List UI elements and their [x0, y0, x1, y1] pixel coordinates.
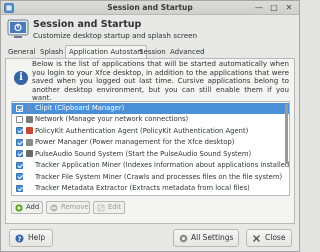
- autostart-list[interactable]: Clipit (Clipboard Manager) Network (Mana…: [11, 101, 290, 196]
- clipit-icon: [26, 104, 33, 112]
- list-item[interactable]: PolicyKit Authentication Agent (PolicyKi…: [12, 126, 289, 137]
- help-label: Help: [28, 233, 46, 242]
- list-item[interactable]: Power Manager (Power management for the …: [12, 137, 289, 148]
- item-label: Clipit (Clipboard Manager): [35, 104, 125, 112]
- list-item[interactable]: Tracker File System Miner (Crawls and pr…: [12, 172, 289, 183]
- tab-splash[interactable]: Splash: [37, 46, 66, 58]
- item-checkbox[interactable]: [16, 104, 23, 112]
- item-checkbox[interactable]: [16, 138, 23, 146]
- tab-advanced[interactable]: Advanced: [167, 46, 208, 58]
- tab-application-autostart[interactable]: Application Autostart: [65, 45, 147, 59]
- item-checkbox[interactable]: [16, 161, 23, 169]
- item-label: Tracker Application Miner (Indexes infor…: [35, 161, 289, 169]
- item-checkbox[interactable]: [16, 184, 23, 192]
- minimize-icon[interactable]: —: [254, 3, 264, 13]
- dialog-footer: ? Help All Settings Close: [1, 229, 299, 251]
- add-button[interactable]: Add: [11, 201, 43, 214]
- network-icon: [26, 115, 33, 123]
- list-item[interactable]: Clipit (Clipboard Manager): [12, 103, 289, 114]
- dialog-title: Session and Startup: [33, 19, 142, 30]
- item-checkbox[interactable]: [16, 150, 23, 157]
- list-actions: Add Remove Edit: [11, 201, 290, 214]
- help-icon: ?: [15, 234, 24, 243]
- item-label: Network (Manage your network connections…: [35, 115, 189, 123]
- session-startup-icon: [7, 19, 29, 38]
- item-checkbox[interactable]: [16, 173, 23, 180]
- list-item[interactable]: Tracker Application Miner (Indexes infor…: [12, 160, 289, 171]
- session-startup-window: Session and Startup — □ ✕ Session and St…: [0, 0, 300, 252]
- edit-icon: [97, 204, 105, 212]
- item-label: Tracker File System Miner (Crawls and pr…: [35, 172, 283, 181]
- info-icon: i: [14, 71, 28, 85]
- list-item[interactable]: PulseAudio Sound System (Start the Pulse…: [12, 149, 289, 160]
- item-checkbox[interactable]: [16, 127, 23, 134]
- maximize-icon[interactable]: □: [269, 3, 279, 13]
- add-icon: [15, 204, 23, 212]
- close-icon: [253, 235, 260, 242]
- close-label: Close: [265, 233, 286, 242]
- close-window-icon[interactable]: ✕: [284, 3, 294, 13]
- close-button[interactable]: Close: [246, 229, 292, 247]
- list-item[interactable]: Tracker Metadata Extractor (Extracts met…: [12, 183, 289, 194]
- list-item[interactable]: Network (Manage your network connections…: [12, 114, 289, 125]
- all-settings-label: All Settings: [191, 233, 234, 242]
- all-settings-button[interactable]: All Settings: [173, 229, 239, 247]
- list-scrollbar[interactable]: [285, 104, 288, 164]
- help-button[interactable]: ? Help: [9, 229, 53, 247]
- remove-icon: [50, 204, 58, 212]
- settings-icon: [179, 234, 188, 243]
- edit-label: Edit: [108, 203, 122, 211]
- power-manager-icon: [26, 138, 33, 146]
- info-text: Below is the list of applications that w…: [32, 59, 289, 103]
- item-label: PulseAudio Sound System (Start the Pulse…: [35, 149, 252, 158]
- svg-text:?: ?: [18, 235, 22, 243]
- item-label: Tracker Metadata Extractor (Extracts met…: [35, 184, 250, 192]
- edit-button[interactable]: Edit: [93, 201, 125, 214]
- dialog-subtitle: Customize desktop startup and splash scr…: [33, 31, 198, 40]
- item-label: PolicyKit Authentication Agent (PolicyKi…: [35, 126, 249, 135]
- item-label: Power Manager (Power management for the …: [35, 138, 235, 146]
- autostart-panel: i Below is the list of applications that…: [5, 58, 295, 224]
- tab-general[interactable]: General: [5, 46, 39, 58]
- remove-button[interactable]: Remove: [46, 201, 90, 214]
- tab-bar: General Splash Application Autostart Ses…: [5, 45, 295, 59]
- tab-session[interactable]: Session: [136, 46, 169, 58]
- dialog-header: Session and Startup Customize desktop st…: [1, 16, 299, 44]
- remove-label: Remove: [61, 203, 89, 211]
- item-checkbox[interactable]: [16, 115, 23, 123]
- add-label: Add: [26, 203, 40, 211]
- pulseaudio-icon: [26, 150, 33, 157]
- title-bar[interactable]: Session and Startup — □ ✕: [1, 1, 299, 15]
- policykit-icon: [26, 127, 33, 134]
